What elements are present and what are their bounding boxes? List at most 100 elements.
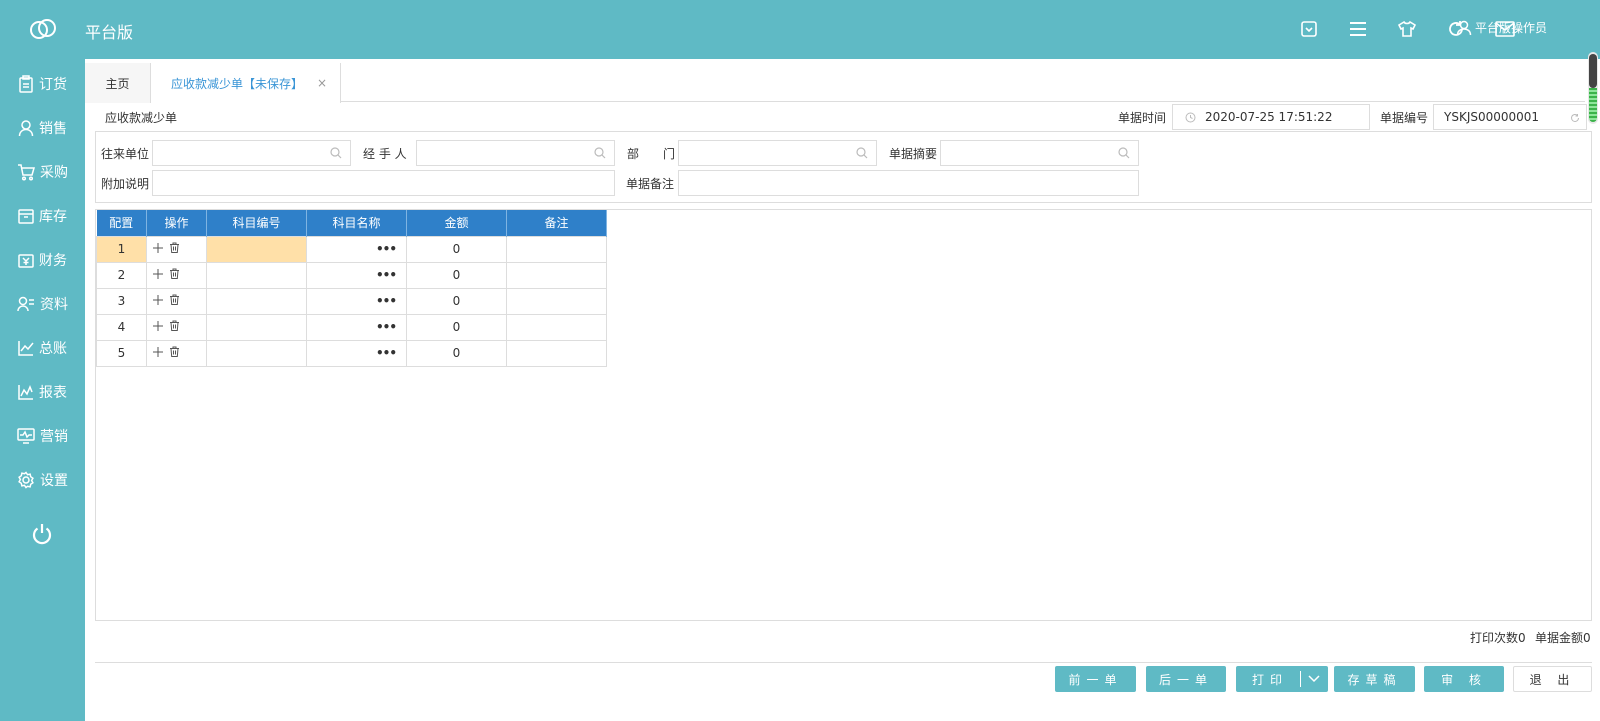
remark-cell[interactable] — [506, 287, 607, 315]
department-input[interactable] — [678, 140, 877, 166]
number-label: 单据编号 — [1380, 111, 1429, 125]
next-button[interactable]: 后一单 — [1146, 666, 1226, 692]
tab-home[interactable]: 主页 — [85, 63, 151, 103]
inbox-icon[interactable] — [1296, 16, 1322, 42]
partner-input[interactable] — [152, 140, 351, 166]
clock-icon — [1185, 112, 1196, 123]
subject-name-cell[interactable]: ••• — [306, 339, 407, 367]
shirt-icon[interactable] — [1394, 16, 1420, 42]
sidebar-item-inventory[interactable]: 库存 — [0, 201, 85, 231]
table-row[interactable]: 1 ••• 0 — [96, 235, 607, 263]
subject-code-cell[interactable] — [206, 339, 307, 367]
sidebar-item-order[interactable]: 订货 — [0, 69, 85, 99]
partner-label: 往来单位 — [101, 147, 150, 161]
subject-code-cell[interactable] — [206, 313, 307, 341]
sidebar: 订货 销售 采购 库存 财务 资料 总账 报表 营销 设置 — [0, 59, 85, 721]
note-input[interactable] — [152, 170, 615, 196]
subject-code-cell[interactable] — [206, 261, 307, 289]
user-icon — [18, 120, 34, 137]
add-row-icon[interactable] — [153, 242, 163, 256]
date-field[interactable]: 2020-07-25 17:51:22 — [1172, 104, 1370, 130]
subject-name-cell[interactable]: ••• — [306, 235, 407, 263]
sidebar-item-settings[interactable]: 设置 — [0, 465, 85, 495]
add-row-icon[interactable] — [153, 320, 163, 334]
box-icon — [18, 209, 34, 224]
row-number: 3 — [96, 287, 147, 315]
table-row[interactable]: 4 ••• 0 — [96, 313, 607, 341]
remark-cell[interactable] — [506, 261, 607, 289]
subject-name-cell[interactable]: ••• — [306, 287, 407, 315]
sidebar-item-ledger[interactable]: 总账 — [0, 333, 85, 363]
remark-cell[interactable] — [506, 339, 607, 367]
report-icon — [18, 385, 33, 400]
remark-cell[interactable] — [506, 235, 607, 263]
search-icon[interactable] — [856, 147, 868, 159]
user-icon — [1456, 20, 1472, 35]
sidebar-item-purchase[interactable]: 采购 — [0, 157, 85, 187]
remark-cell[interactable] — [506, 313, 607, 341]
search-icon[interactable] — [330, 147, 342, 159]
subject-name-cell[interactable]: ••• — [306, 313, 407, 341]
contacts-icon — [17, 296, 34, 312]
summary-input[interactable] — [940, 140, 1139, 166]
print-count: 打印次数0 — [1470, 631, 1526, 645]
subject-code-cell[interactable] — [206, 235, 307, 263]
row-number: 4 — [96, 313, 147, 341]
scrollbar-thumb[interactable] — [1589, 54, 1597, 88]
trash-icon[interactable] — [169, 268, 180, 282]
sidebar-item-marketing[interactable]: 营销 — [0, 421, 85, 451]
subject-code-cell[interactable] — [206, 287, 307, 315]
table-row[interactable]: 2 ••• 0 — [96, 261, 607, 289]
amount-cell[interactable]: 0 — [406, 339, 507, 367]
table-row[interactable]: 3 ••• 0 — [96, 287, 607, 315]
sidebar-item-data[interactable]: 资料 — [0, 289, 85, 319]
save-draft-button[interactable]: 存草稿 — [1334, 666, 1415, 692]
audit-button[interactable]: 审 核 — [1424, 666, 1504, 692]
sidebar-item-finance[interactable]: 财务 — [0, 245, 85, 275]
trash-icon[interactable] — [169, 320, 180, 334]
trash-icon[interactable] — [169, 346, 180, 360]
sidebar-item-report[interactable]: 报表 — [0, 377, 85, 407]
remark-input[interactable] — [678, 170, 1139, 196]
subject-name-cell[interactable]: ••• — [306, 261, 407, 289]
cart-icon — [18, 164, 35, 181]
amount-cell[interactable]: 0 — [406, 235, 507, 263]
refresh-icon[interactable] — [1570, 113, 1580, 123]
add-row-icon[interactable] — [153, 294, 163, 308]
trash-icon[interactable] — [169, 294, 180, 308]
detail-table: 配置 操作 科目编号 科目名称 金额 备注 1 ••• 0 2 ••• 0 3 … — [96, 210, 607, 367]
row-number: 2 — [96, 261, 147, 289]
column-header[interactable]: 金额 — [406, 210, 507, 236]
column-header[interactable]: 科目名称 — [306, 210, 407, 236]
user-menu[interactable]: 平台版操作员 — [1456, 19, 1547, 36]
number-field[interactable]: YSKJS00000001 — [1433, 104, 1587, 130]
close-icon[interactable]: × — [317, 76, 327, 90]
cloud-logo-icon — [30, 19, 56, 39]
search-icon[interactable] — [1118, 147, 1130, 159]
column-header[interactable]: 科目编号 — [206, 210, 307, 236]
search-icon[interactable] — [594, 147, 606, 159]
add-row-icon[interactable] — [153, 346, 163, 360]
amount-cell[interactable]: 0 — [406, 287, 507, 315]
summary-label: 单据摘要 — [889, 147, 938, 161]
column-header[interactable]: 备注 — [506, 210, 607, 236]
chart-icon — [18, 341, 34, 356]
table-row[interactable]: 5 ••• 0 — [96, 339, 607, 367]
print-button[interactable]: 打印 — [1236, 666, 1328, 692]
sidebar-item-sales[interactable]: 销售 — [0, 113, 85, 143]
amount-cell[interactable]: 0 — [406, 313, 507, 341]
trash-icon[interactable] — [169, 242, 180, 256]
add-row-icon[interactable] — [153, 268, 163, 282]
power-icon[interactable] — [31, 523, 53, 545]
prev-button[interactable]: 前一单 — [1055, 666, 1136, 692]
tab-receivable-reduction[interactable]: 应收款减少单【未保存】 × — [151, 63, 341, 103]
handler-input[interactable] — [416, 140, 615, 166]
handler-label: 经 手 人 — [363, 147, 407, 161]
row-actions — [146, 287, 207, 315]
chevron-down-icon[interactable] — [1308, 675, 1320, 683]
amount-cell[interactable]: 0 — [406, 261, 507, 289]
column-header[interactable]: 配置 — [96, 210, 147, 236]
menu-icon[interactable] — [1345, 16, 1371, 42]
exit-button[interactable]: 退 出 — [1513, 666, 1592, 692]
column-header[interactable]: 操作 — [146, 210, 207, 236]
